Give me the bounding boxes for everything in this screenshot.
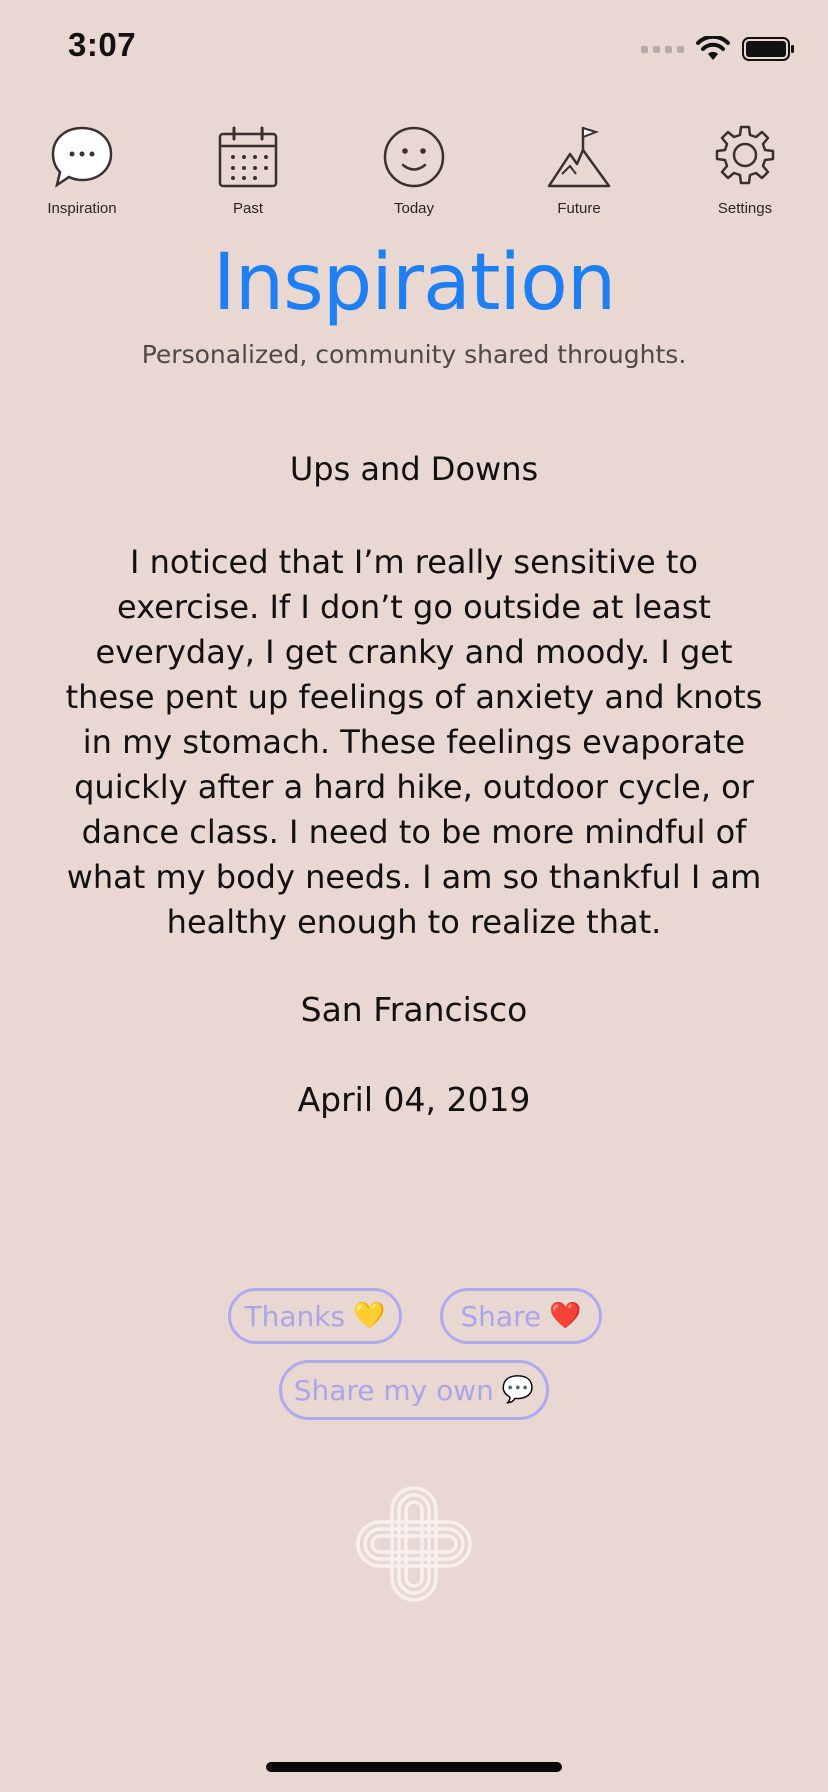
status-time: 3:07: [68, 26, 137, 63]
nav-label-past: Past: [232, 200, 263, 217]
mountain-flag-icon: [547, 126, 611, 188]
speech-balloon-icon: 💬: [501, 1375, 535, 1405]
calendar-icon: [218, 126, 278, 188]
nav-item-settings[interactable]: Settings: [680, 124, 810, 217]
share-label: Share: [460, 1299, 542, 1333]
nav-item-today[interactable]: Today: [349, 124, 479, 217]
share-my-own-button[interactable]: Share my own 💬: [279, 1360, 549, 1420]
nav-label-future: Future: [557, 200, 601, 217]
share-button[interactable]: Share ❤️: [440, 1288, 602, 1344]
post-location: San Francisco: [300, 990, 528, 1029]
nav-label-today: Today: [393, 200, 435, 217]
post-date: April 04, 2019: [297, 1080, 531, 1119]
home-indicator[interactable]: [266, 1762, 562, 1772]
nav-item-inspiration[interactable]: Inspiration: [17, 124, 147, 217]
wifi-icon: [696, 36, 730, 60]
cellular-signal-icon: [641, 45, 684, 53]
post-body: I noticed that I’m really sensitive to e…: [65, 543, 763, 941]
yellow-heart-icon: 💛: [353, 1301, 386, 1331]
app-logo-icon: [356, 1486, 472, 1602]
nav-item-past[interactable]: Past: [183, 124, 313, 217]
page-title: Inspiration: [212, 238, 617, 328]
page-subtitle: Personalized, community shared throughts…: [141, 340, 687, 369]
battery-icon: [742, 37, 794, 61]
nav-label-inspiration: Inspiration: [47, 200, 117, 217]
nav-label-settings: Settings: [717, 200, 773, 217]
status-indicators: [641, 34, 796, 64]
nav-item-future[interactable]: Future: [514, 124, 644, 217]
speech-bubble-icon: [51, 126, 113, 188]
thanks-label: Thanks: [244, 1299, 346, 1333]
red-heart-icon: ❤️: [549, 1301, 582, 1331]
share-my-own-label: Share my own: [293, 1373, 494, 1407]
smiley-icon: [383, 126, 445, 188]
post-title: Ups and Downs: [289, 450, 539, 488]
thanks-button[interactable]: Thanks 💛: [228, 1288, 402, 1344]
gear-icon: [715, 125, 775, 185]
